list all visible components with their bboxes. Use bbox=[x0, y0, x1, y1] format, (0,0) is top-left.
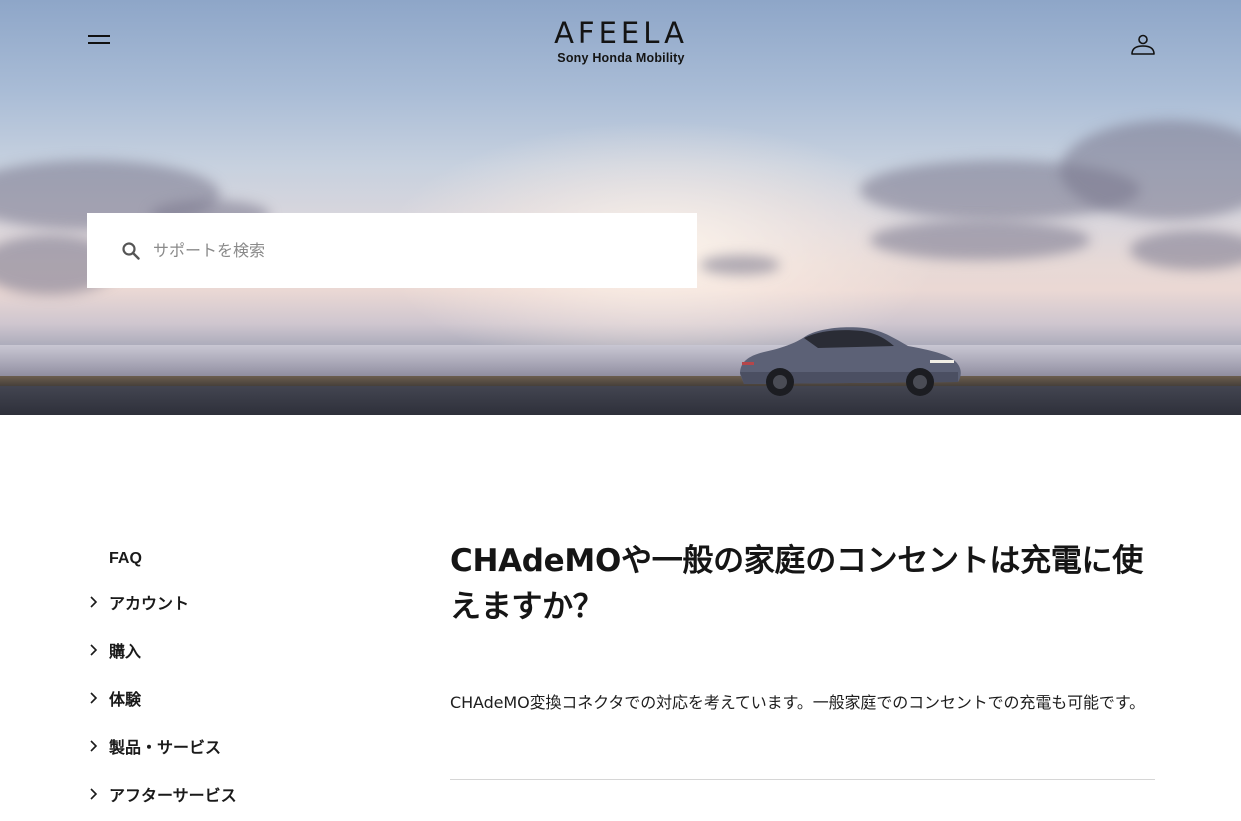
faq-sidebar: FAQ アカウント 購入 体験 製品・サービス アフターサービス bbox=[88, 540, 368, 818]
chevron-right-icon bbox=[90, 740, 98, 752]
sidebar-item-account[interactable]: アカウント bbox=[88, 578, 368, 626]
menu-line bbox=[88, 42, 110, 44]
sidebar-item-after-service[interactable]: アフターサービス bbox=[88, 770, 368, 818]
sidebar-item-label: 購入 bbox=[109, 642, 142, 661]
search-input[interactable] bbox=[153, 241, 653, 260]
menu-line bbox=[88, 35, 110, 37]
chevron-right-icon bbox=[90, 596, 98, 608]
cloud bbox=[700, 255, 780, 275]
sidebar-item-label: アフターサービス bbox=[109, 786, 237, 805]
sidebar-heading[interactable]: FAQ bbox=[109, 540, 368, 578]
article-title: CHAdeMOや一般の家庭のコンセントは充電に使えますか？ bbox=[450, 543, 1143, 625]
hero-banner: AFEELA Sony Honda Mobility bbox=[0, 0, 1241, 415]
faq-article: CHAdeMOや一般の家庭のコンセントは充電に使えますか？ CHAdeMO変換コ… bbox=[450, 538, 1155, 716]
sidebar-item-label: 体験 bbox=[109, 690, 142, 709]
cloud bbox=[870, 220, 1090, 260]
user-icon[interactable] bbox=[1130, 33, 1156, 57]
sidebar-item-products-services[interactable]: 製品・サービス bbox=[88, 722, 368, 770]
article-body: CHAdeMO変換コネクタでの対応を考えています。一般家庭でのコンセントでの充電… bbox=[450, 693, 1146, 712]
brand-subtitle: Sony Honda Mobility bbox=[557, 51, 685, 65]
search-icon bbox=[122, 241, 140, 260]
sidebar-item-purchase[interactable]: 購入 bbox=[88, 626, 368, 674]
brand-logo[interactable]: AFEELA Sony Honda Mobility bbox=[540, 16, 702, 66]
divider bbox=[450, 779, 1155, 780]
chevron-right-icon bbox=[90, 644, 98, 656]
sidebar-item-label: 製品・サービス bbox=[109, 738, 222, 757]
hamburger-menu-icon[interactable] bbox=[88, 32, 112, 48]
brand-name: AFEELA bbox=[554, 16, 688, 50]
sidebar-item-label: アカウント bbox=[109, 594, 190, 613]
sea bbox=[0, 345, 1241, 378]
cloud bbox=[1130, 230, 1241, 270]
chevron-right-icon bbox=[90, 788, 98, 800]
search-bar[interactable] bbox=[87, 213, 697, 288]
sidebar-item-experience[interactable]: 体験 bbox=[88, 674, 368, 722]
chevron-right-icon bbox=[90, 692, 98, 704]
car-image bbox=[740, 327, 961, 396]
road bbox=[0, 386, 1241, 415]
